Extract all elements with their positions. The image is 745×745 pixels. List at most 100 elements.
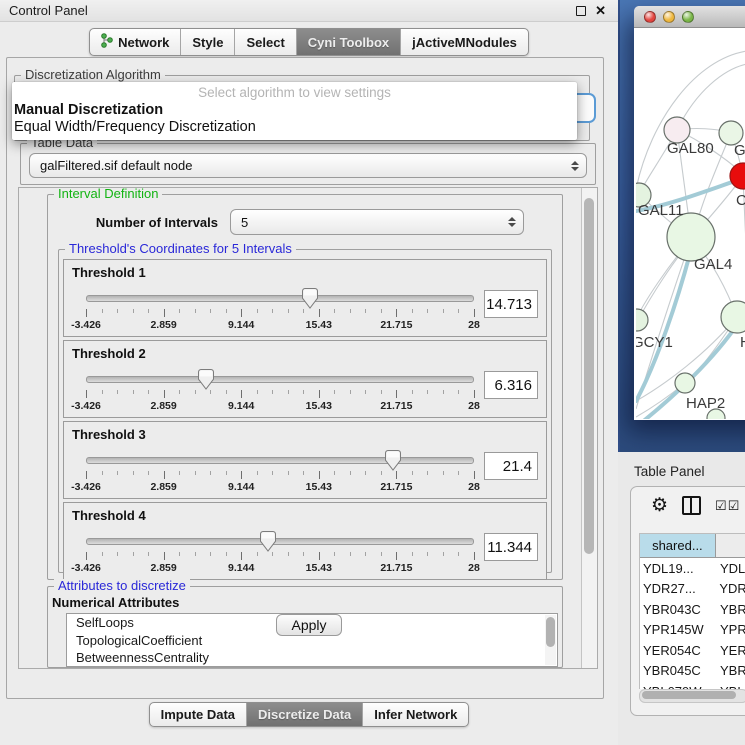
cell-shared-name[interactable]: YBR045C [640,663,716,678]
cell-name[interactable]: YPR1 [716,622,745,637]
slider-track[interactable] [86,538,474,545]
tab-infer-network[interactable]: Infer Network [362,703,468,726]
cell-shared-name[interactable]: YDR27... [640,581,715,596]
column-header-name[interactable]: n [716,534,745,558]
table-panel-title: Table Panel [618,452,745,479]
network-node[interactable] [636,309,648,331]
mac-minimize-button[interactable] [663,11,675,23]
cell-name[interactable]: YDR2 [715,581,745,596]
cell-name[interactable]: YBR0 [716,602,745,617]
gear-icon[interactable]: ⚙ [651,497,668,515]
tab-cyni-toolbox[interactable]: Cyni Toolbox [296,29,400,55]
tick-mark [102,390,103,394]
settings-scrollbar-thumb[interactable] [584,198,594,554]
list-scrollbar[interactable] [545,615,556,665]
table-data-combobox[interactable]: galFiltered.sif default node [29,153,587,178]
slider-threshold-3[interactable]: -3.4262.8599.14415.4321.71528 [86,450,474,494]
table-row[interactable]: YER054CYER0 [640,640,745,661]
close-icon[interactable]: ✕ [595,4,606,17]
table-hscrollbar-thumb[interactable] [642,691,736,699]
table-hscrollbar[interactable] [639,689,745,703]
threshold-value-field[interactable]: 21.4 [484,452,538,480]
threshold-value-field[interactable]: 6.316 [484,371,538,399]
tab-jactivemnodules[interactable]: jActiveMNodules [400,29,528,55]
tab-network[interactable]: Network [90,29,180,55]
numerical-attributes-label: Numerical Attributes [52,595,179,610]
cell-name[interactable]: YER0 [716,643,745,658]
tick-mark [381,309,382,313]
tick-mark [350,390,351,394]
cell-name[interactable]: YDL1 [716,561,745,576]
table-row[interactable]: YDR27...YDR2 [640,579,745,600]
tab-discretize-data[interactable]: Discretize Data [246,703,362,726]
table-row[interactable]: YBL079WYBL0 [640,681,745,689]
table-row[interactable]: YDL19...YDL1 [640,558,745,579]
tab-style[interactable]: Style [180,29,234,55]
tick-mark [303,390,304,394]
tick-label: 21.715 [380,562,412,574]
cell-shared-name[interactable]: YPR145W [640,622,716,637]
float-window-icon[interactable] [576,6,586,16]
tick-mark [86,552,87,560]
number-of-intervals-row: Number of Intervals 5 [66,209,550,235]
network-node[interactable] [667,213,715,261]
mac-zoom-button[interactable] [682,11,694,23]
tick-mark [458,471,459,475]
list-scrollbar-thumb[interactable] [546,617,555,647]
mac-close-button[interactable] [644,11,656,23]
table-row[interactable]: YBR045CYBR0 [640,661,745,682]
cell-shared-name[interactable]: YBR043C [640,602,716,617]
slider-threshold-4[interactable]: -3.4262.8599.14415.4321.71528 [86,531,474,575]
combo-stepper-icon [571,161,579,171]
popup-item-equal-width-frequency-discretization[interactable]: Equal Width/Frequency Discretization [12,119,577,136]
network-node[interactable] [721,301,745,333]
column-header-shared-name[interactable]: shared... [640,534,716,558]
table-row[interactable]: YBR043CYBR0 [640,599,745,620]
network-node[interactable] [675,373,695,393]
slider-track[interactable] [86,457,474,464]
tick-mark [86,390,87,398]
tick-mark [257,552,258,556]
threshold-value-field[interactable]: 11.344 [484,533,538,561]
columns-icon[interactable] [682,496,701,515]
tick-mark [257,390,258,394]
slider-threshold-2[interactable]: -3.4262.8599.14415.4321.71528 [86,369,474,413]
slider-track[interactable] [86,295,474,302]
apply-button[interactable]: Apply [276,614,342,636]
checkboxes-icon[interactable]: ☑☑ [715,498,740,514]
settings-scrollbar[interactable] [581,188,597,668]
tab-label: Style [192,35,223,50]
tab-label: jActiveMNodules [412,35,517,50]
slider-thumb[interactable] [198,369,214,390]
tab-select[interactable]: Select [234,29,295,55]
table-row[interactable]: YPR145WYPR1 [640,620,745,641]
slider-track[interactable] [86,376,474,383]
threshold-value-field[interactable]: 14.713 [484,290,538,318]
tick-mark [458,309,459,313]
slider-tick-labels: -3.4262.8599.14415.4321.71528 [86,319,474,331]
network-window-titlebar[interactable] [634,6,745,28]
slider-thumb[interactable] [385,450,401,471]
cell-shared-name[interactable]: YDL19... [640,561,716,576]
tick-mark [396,309,397,317]
cell-name[interactable]: YBR0 [716,663,745,678]
network-graph[interactable]: GAL80GACGAL11GAL4GCY1HHAP2 [636,29,745,419]
tab-impute-data[interactable]: Impute Data [150,703,246,726]
cell-shared-name[interactable]: YER054C [640,643,716,658]
tick-label: -3.426 [71,400,101,412]
table-panel-card: ⚙ ☑☑ shared...n YDL19...YDL1YDR27...YDR2… [630,486,745,716]
slider-thumb[interactable] [302,288,318,309]
popup-item-manual-discretization[interactable]: Manual Discretization [12,102,577,119]
slider-thumb[interactable] [260,531,276,552]
slider-threshold-1[interactable]: -3.4262.8599.14415.4321.71528 [86,288,474,332]
tick-label: 15.43 [306,562,332,574]
attribute-item-betweennesscentrality[interactable]: BetweennessCentrality [67,649,557,667]
tick-label: -3.426 [71,481,101,493]
network-canvas[interactable]: GAL80GACGAL11GAL4GCY1HHAP2 [635,29,745,419]
network-node[interactable] [730,163,745,189]
tick-mark [350,471,351,475]
slider-ticks [86,552,474,561]
top-tabs: Network Style SelectCyni Toolbox jActiveMNo… [89,28,529,56]
number-of-intervals-spinner[interactable]: 5 [230,209,524,235]
tick-mark [257,309,258,313]
